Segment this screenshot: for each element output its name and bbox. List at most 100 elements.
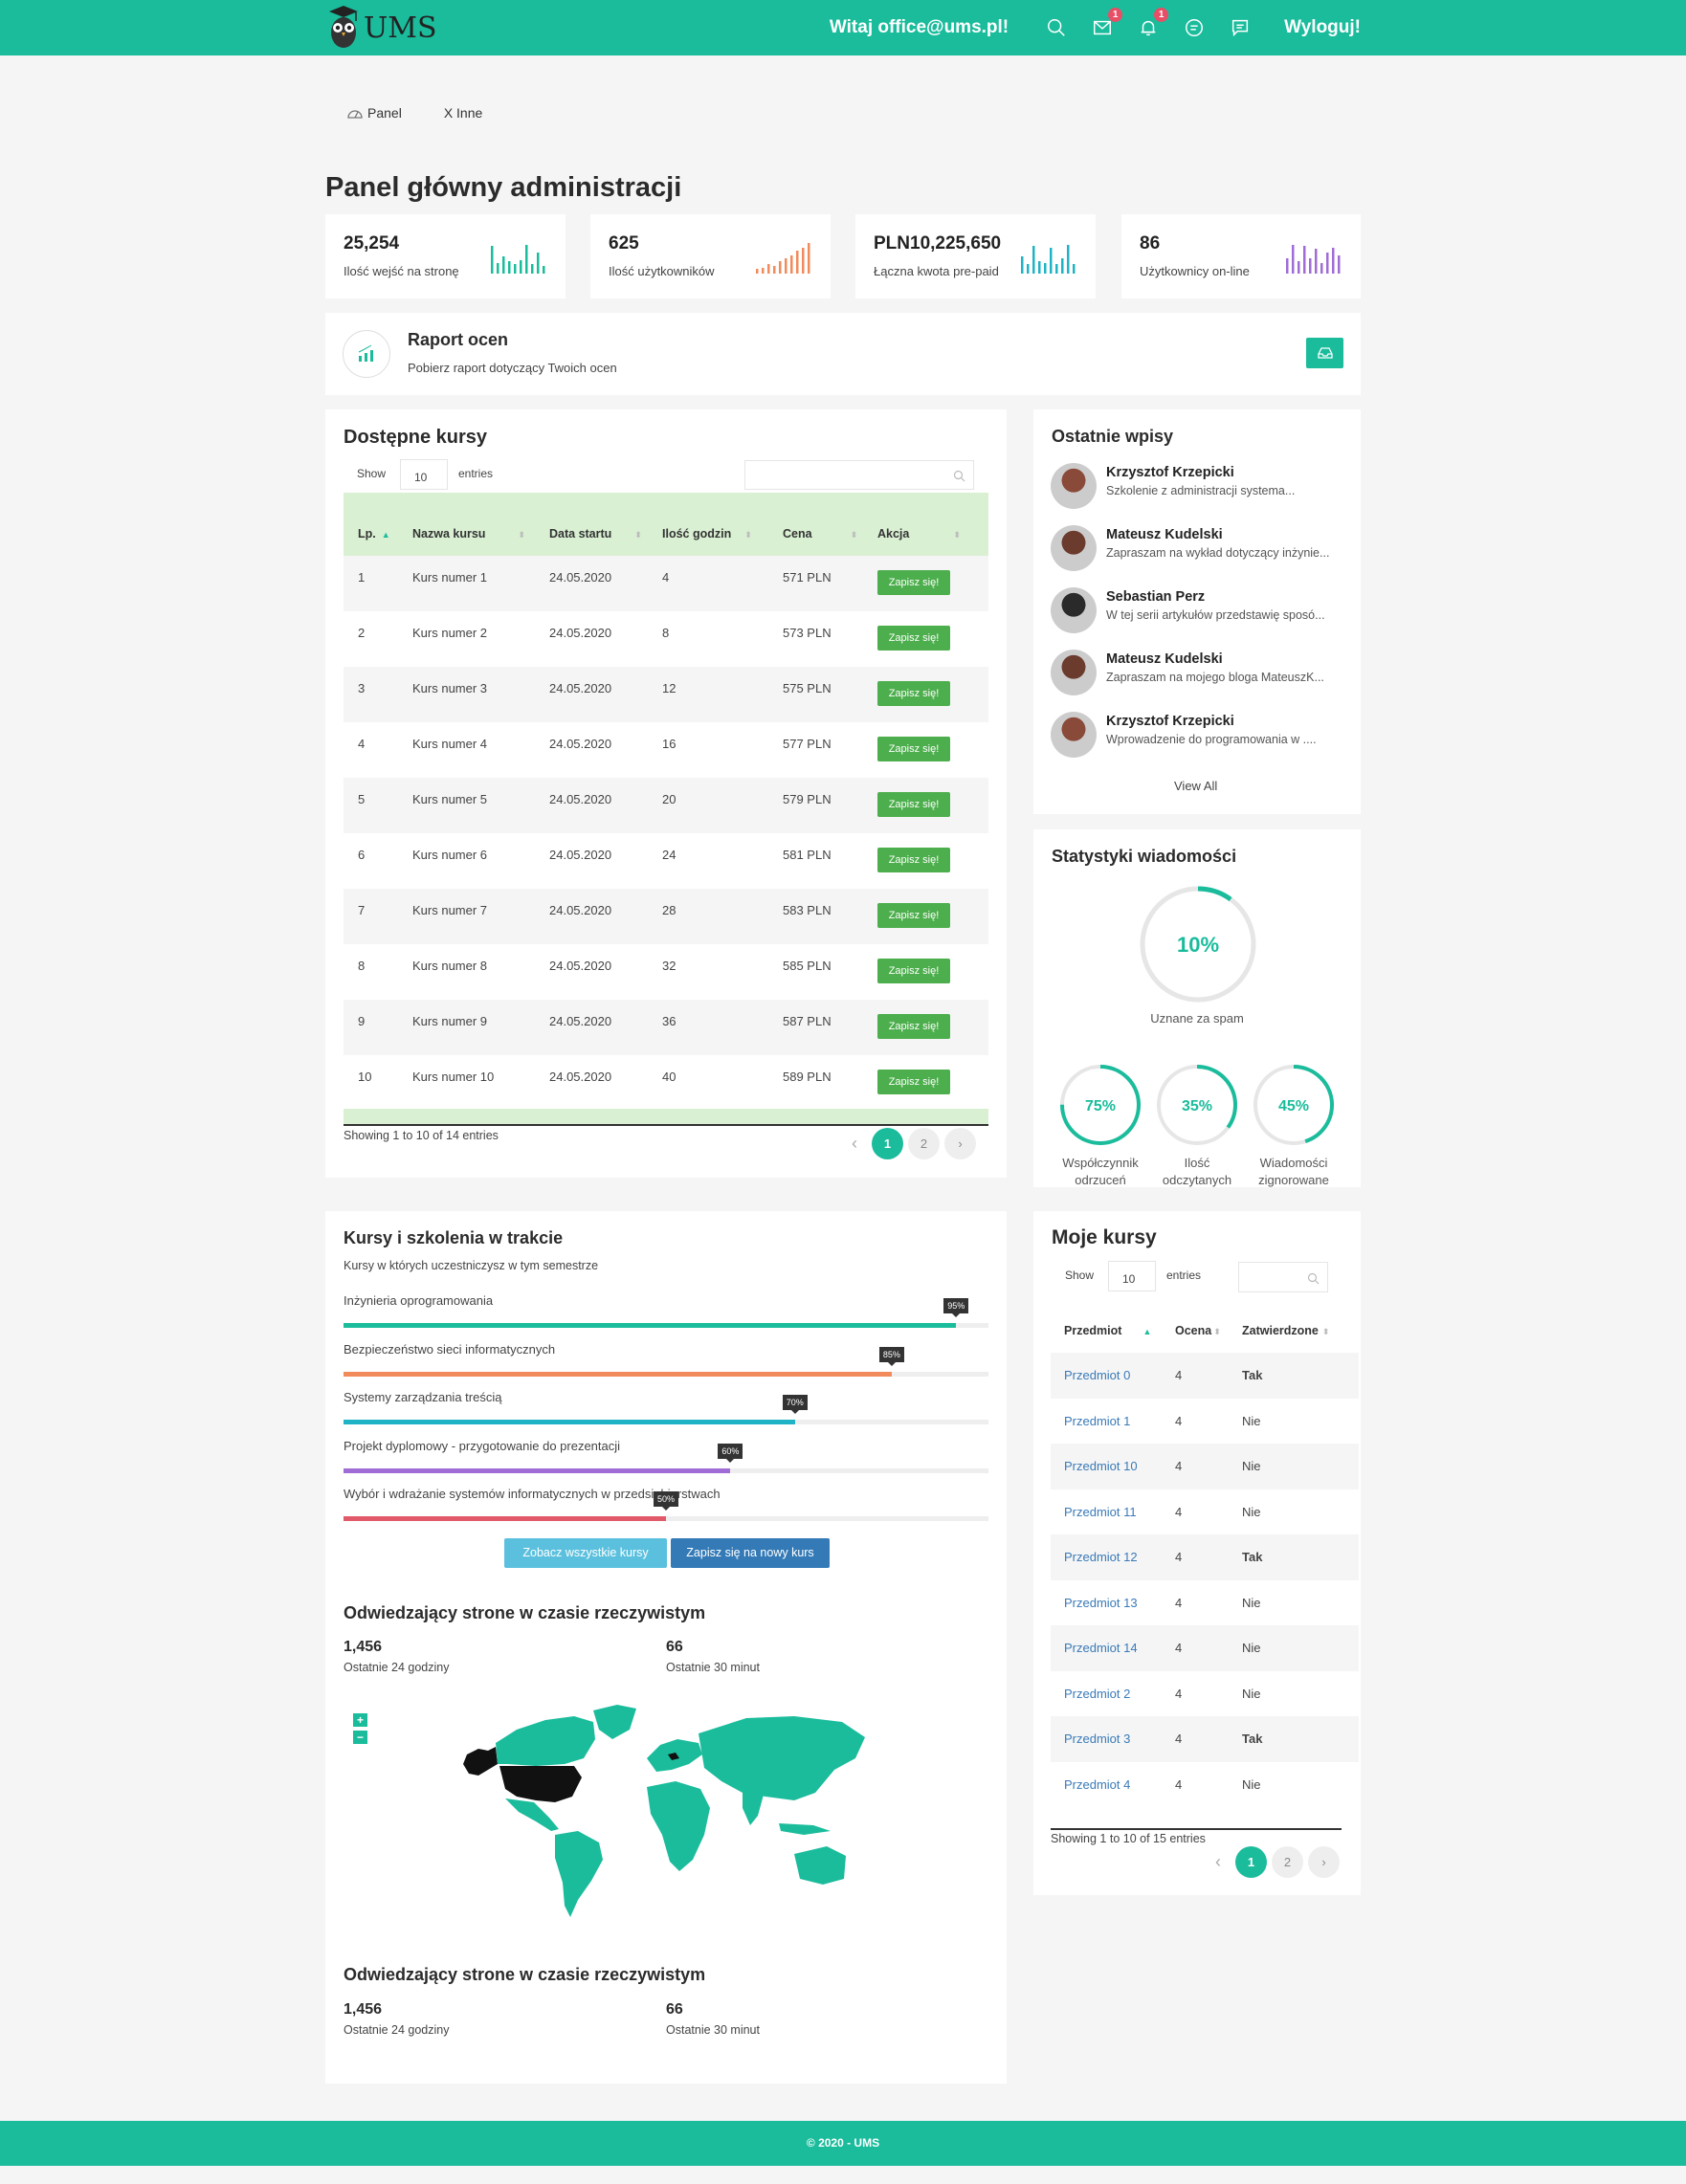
col-header[interactable]: Nazwa kursu ⬍ bbox=[398, 493, 535, 556]
bell-icon[interactable]: 1 bbox=[1136, 8, 1169, 40]
table-cell: 4 bbox=[662, 570, 670, 585]
stat-label: Ilość wejść na stronę bbox=[344, 264, 459, 278]
table-cell: 4 bbox=[358, 737, 366, 751]
col-header[interactable]: Ocena ⬍ bbox=[1162, 1309, 1229, 1353]
progress-item: Wybór i wdrażanie systemów informatyczny… bbox=[344, 1487, 988, 1525]
logo[interactable]: UMS bbox=[325, 2, 437, 54]
enroll-button[interactable]: Zapisz się! bbox=[877, 681, 950, 706]
progress-tooltip: 60% bbox=[718, 1443, 743, 1463]
map-region-greenland[interactable] bbox=[593, 1705, 636, 1739]
subject-link[interactable]: Przedmiot 0 bbox=[1064, 1368, 1130, 1382]
message-icon[interactable] bbox=[1228, 15, 1253, 40]
recent-entry[interactable]: Krzysztof Krzepicki Wprowadzenie do progr… bbox=[1051, 712, 1347, 760]
subject-link[interactable]: Przedmiot 1 bbox=[1064, 1414, 1130, 1428]
table-cell: 24.05.2020 bbox=[549, 1070, 612, 1084]
map-region-canada[interactable] bbox=[496, 1716, 595, 1766]
table-cell: 587 PLN bbox=[783, 1014, 832, 1028]
entries-select[interactable]: 10 bbox=[1108, 1261, 1156, 1291]
recent-entry[interactable]: Mateusz Kudelski Zapraszam na mojego blog… bbox=[1051, 650, 1347, 697]
col-header[interactable]: Zatwierdzone ⬍ bbox=[1229, 1309, 1359, 1353]
subject-link[interactable]: Przedmiot 11 bbox=[1064, 1505, 1137, 1519]
sort-asc-icon: ▲ bbox=[381, 530, 390, 540]
subject-link[interactable]: Przedmiot 4 bbox=[1064, 1777, 1130, 1792]
prev-page-button[interactable]: ‹ bbox=[842, 1128, 867, 1159]
recent-entry[interactable]: Sebastian Perz W tej serii artykułów prze… bbox=[1051, 587, 1347, 635]
subject-link[interactable]: Przedmiot 13 bbox=[1064, 1596, 1138, 1610]
my-courses-search-input[interactable] bbox=[1238, 1262, 1328, 1292]
next-page-button[interactable]: › bbox=[944, 1128, 976, 1159]
enroll-button[interactable]: Zapisz się! bbox=[877, 848, 950, 872]
subject-link[interactable]: Przedmiot 12 bbox=[1064, 1550, 1138, 1564]
map-region-south-america[interactable] bbox=[555, 1831, 603, 1917]
enroll-button[interactable]: Zapisz się! bbox=[877, 626, 950, 651]
stat-card-visits: 25,254 Ilość wejść na stronę bbox=[325, 214, 566, 298]
page-button-2[interactable]: 2 bbox=[908, 1128, 940, 1159]
table-cell: 24.05.2020 bbox=[549, 959, 612, 973]
view-all-link[interactable]: View All bbox=[1174, 779, 1217, 793]
sparkline-bar bbox=[1332, 248, 1335, 274]
map-region-africa[interactable] bbox=[647, 1781, 710, 1871]
recent-entry[interactable]: Mateusz Kudelski Zapraszam na wykład doty… bbox=[1051, 525, 1347, 573]
entries-select[interactable]: 10 bbox=[400, 459, 448, 490]
map-region-indonesia[interactable] bbox=[779, 1823, 831, 1835]
progress-tooltip: 70% bbox=[782, 1395, 808, 1414]
map-zoom-out-button[interactable]: − bbox=[353, 1731, 367, 1744]
chat-icon[interactable] bbox=[1182, 15, 1207, 40]
next-page-button[interactable]: › bbox=[1308, 1846, 1340, 1878]
progress-tooltip: 50% bbox=[653, 1491, 679, 1511]
map-region-india[interactable] bbox=[743, 1791, 764, 1825]
enroll-button[interactable]: Zapisz się! bbox=[877, 1014, 950, 1039]
page-button-2[interactable]: 2 bbox=[1272, 1846, 1303, 1878]
visitors-30m-label: Ostatnie 30 minut bbox=[666, 1661, 760, 1674]
courses-search-input[interactable] bbox=[744, 460, 974, 490]
report-subtitle: Pobierz raport dotyczący Twoich ocen bbox=[408, 361, 617, 375]
map-region-alaska[interactable] bbox=[463, 1747, 498, 1776]
table-cell: 4 bbox=[1175, 1504, 1183, 1519]
mail-icon[interactable]: 1 bbox=[1090, 8, 1123, 40]
subject-link[interactable]: Przedmiot 14 bbox=[1064, 1641, 1138, 1655]
table-row: Przedmiot 10 4 Nie bbox=[1051, 1444, 1359, 1489]
prev-page-button[interactable]: ‹ bbox=[1206, 1846, 1231, 1878]
download-report-button[interactable] bbox=[1306, 338, 1343, 368]
view-all-courses-button[interactable]: Zobacz wszystkie kursy bbox=[504, 1538, 667, 1568]
col-header[interactable]: Data startu ⬍ bbox=[535, 493, 648, 556]
col-header[interactable]: Lp. ▲ bbox=[344, 493, 398, 556]
map-region-usa[interactable] bbox=[499, 1766, 582, 1802]
col-approved: Zatwierdzone bbox=[1242, 1324, 1319, 1337]
enroll-button[interactable]: Zapisz się! bbox=[877, 959, 950, 983]
world-map[interactable] bbox=[459, 1701, 871, 1923]
logout-link[interactable]: Wyloguj! bbox=[1284, 17, 1361, 38]
dashboard-icon bbox=[347, 110, 363, 119]
table-cell: Tak bbox=[1242, 1368, 1263, 1383]
subject-link[interactable]: Przedmiot 2 bbox=[1064, 1687, 1130, 1701]
recent-entry[interactable]: Krzysztof Krzepicki Szkolenie z administr… bbox=[1051, 463, 1347, 511]
enroll-button[interactable]: Zapisz się! bbox=[877, 1070, 950, 1094]
table-cell: 7 bbox=[358, 903, 366, 917]
sparkline-bar bbox=[537, 253, 540, 274]
map-zoom-in-button[interactable]: + bbox=[353, 1713, 367, 1727]
subject-link[interactable]: Przedmiot 10 bbox=[1064, 1459, 1138, 1473]
col-header[interactable]: Akcja ⬍ bbox=[863, 493, 988, 556]
page-button-1[interactable]: 1 bbox=[872, 1128, 903, 1159]
enroll-button[interactable]: Zapisz się! bbox=[877, 792, 950, 817]
table-cell: Przedmiot 13 bbox=[1051, 1580, 1162, 1626]
search-icon[interactable] bbox=[1044, 15, 1069, 40]
col-header[interactable]: Ilość godzin ⬍ bbox=[648, 493, 768, 556]
enroll-button[interactable]: Zapisz się! bbox=[877, 737, 950, 761]
col-header[interactable]: Przedmiot ▲ bbox=[1051, 1309, 1162, 1353]
entry-excerpt: W tej serii artykułów przedstawię sposó.… bbox=[1106, 608, 1325, 622]
map-region-mexico[interactable] bbox=[505, 1798, 559, 1831]
breadcrumb-other[interactable]: X Inne bbox=[444, 105, 482, 121]
enroll-button[interactable]: Zapisz się! bbox=[877, 903, 950, 928]
subject-link[interactable]: Przedmiot 3 bbox=[1064, 1732, 1130, 1746]
show-label: Show bbox=[1065, 1268, 1095, 1282]
table-cell: 24.05.2020 bbox=[549, 792, 612, 806]
col-header[interactable]: Cena ⬍ bbox=[768, 493, 863, 556]
visitors-24h-label-2: Ostatnie 24 godziny bbox=[344, 2023, 450, 2037]
breadcrumb-panel[interactable]: Panel bbox=[346, 105, 402, 121]
map-region-australia[interactable] bbox=[794, 1846, 846, 1885]
page-button-1[interactable]: 1 bbox=[1235, 1846, 1267, 1878]
enroll-button[interactable]: Zapisz się! bbox=[877, 570, 950, 595]
map-region-asia[interactable] bbox=[699, 1716, 865, 1800]
enroll-new-course-button[interactable]: Zapisz się na nowy kurs bbox=[671, 1538, 830, 1568]
